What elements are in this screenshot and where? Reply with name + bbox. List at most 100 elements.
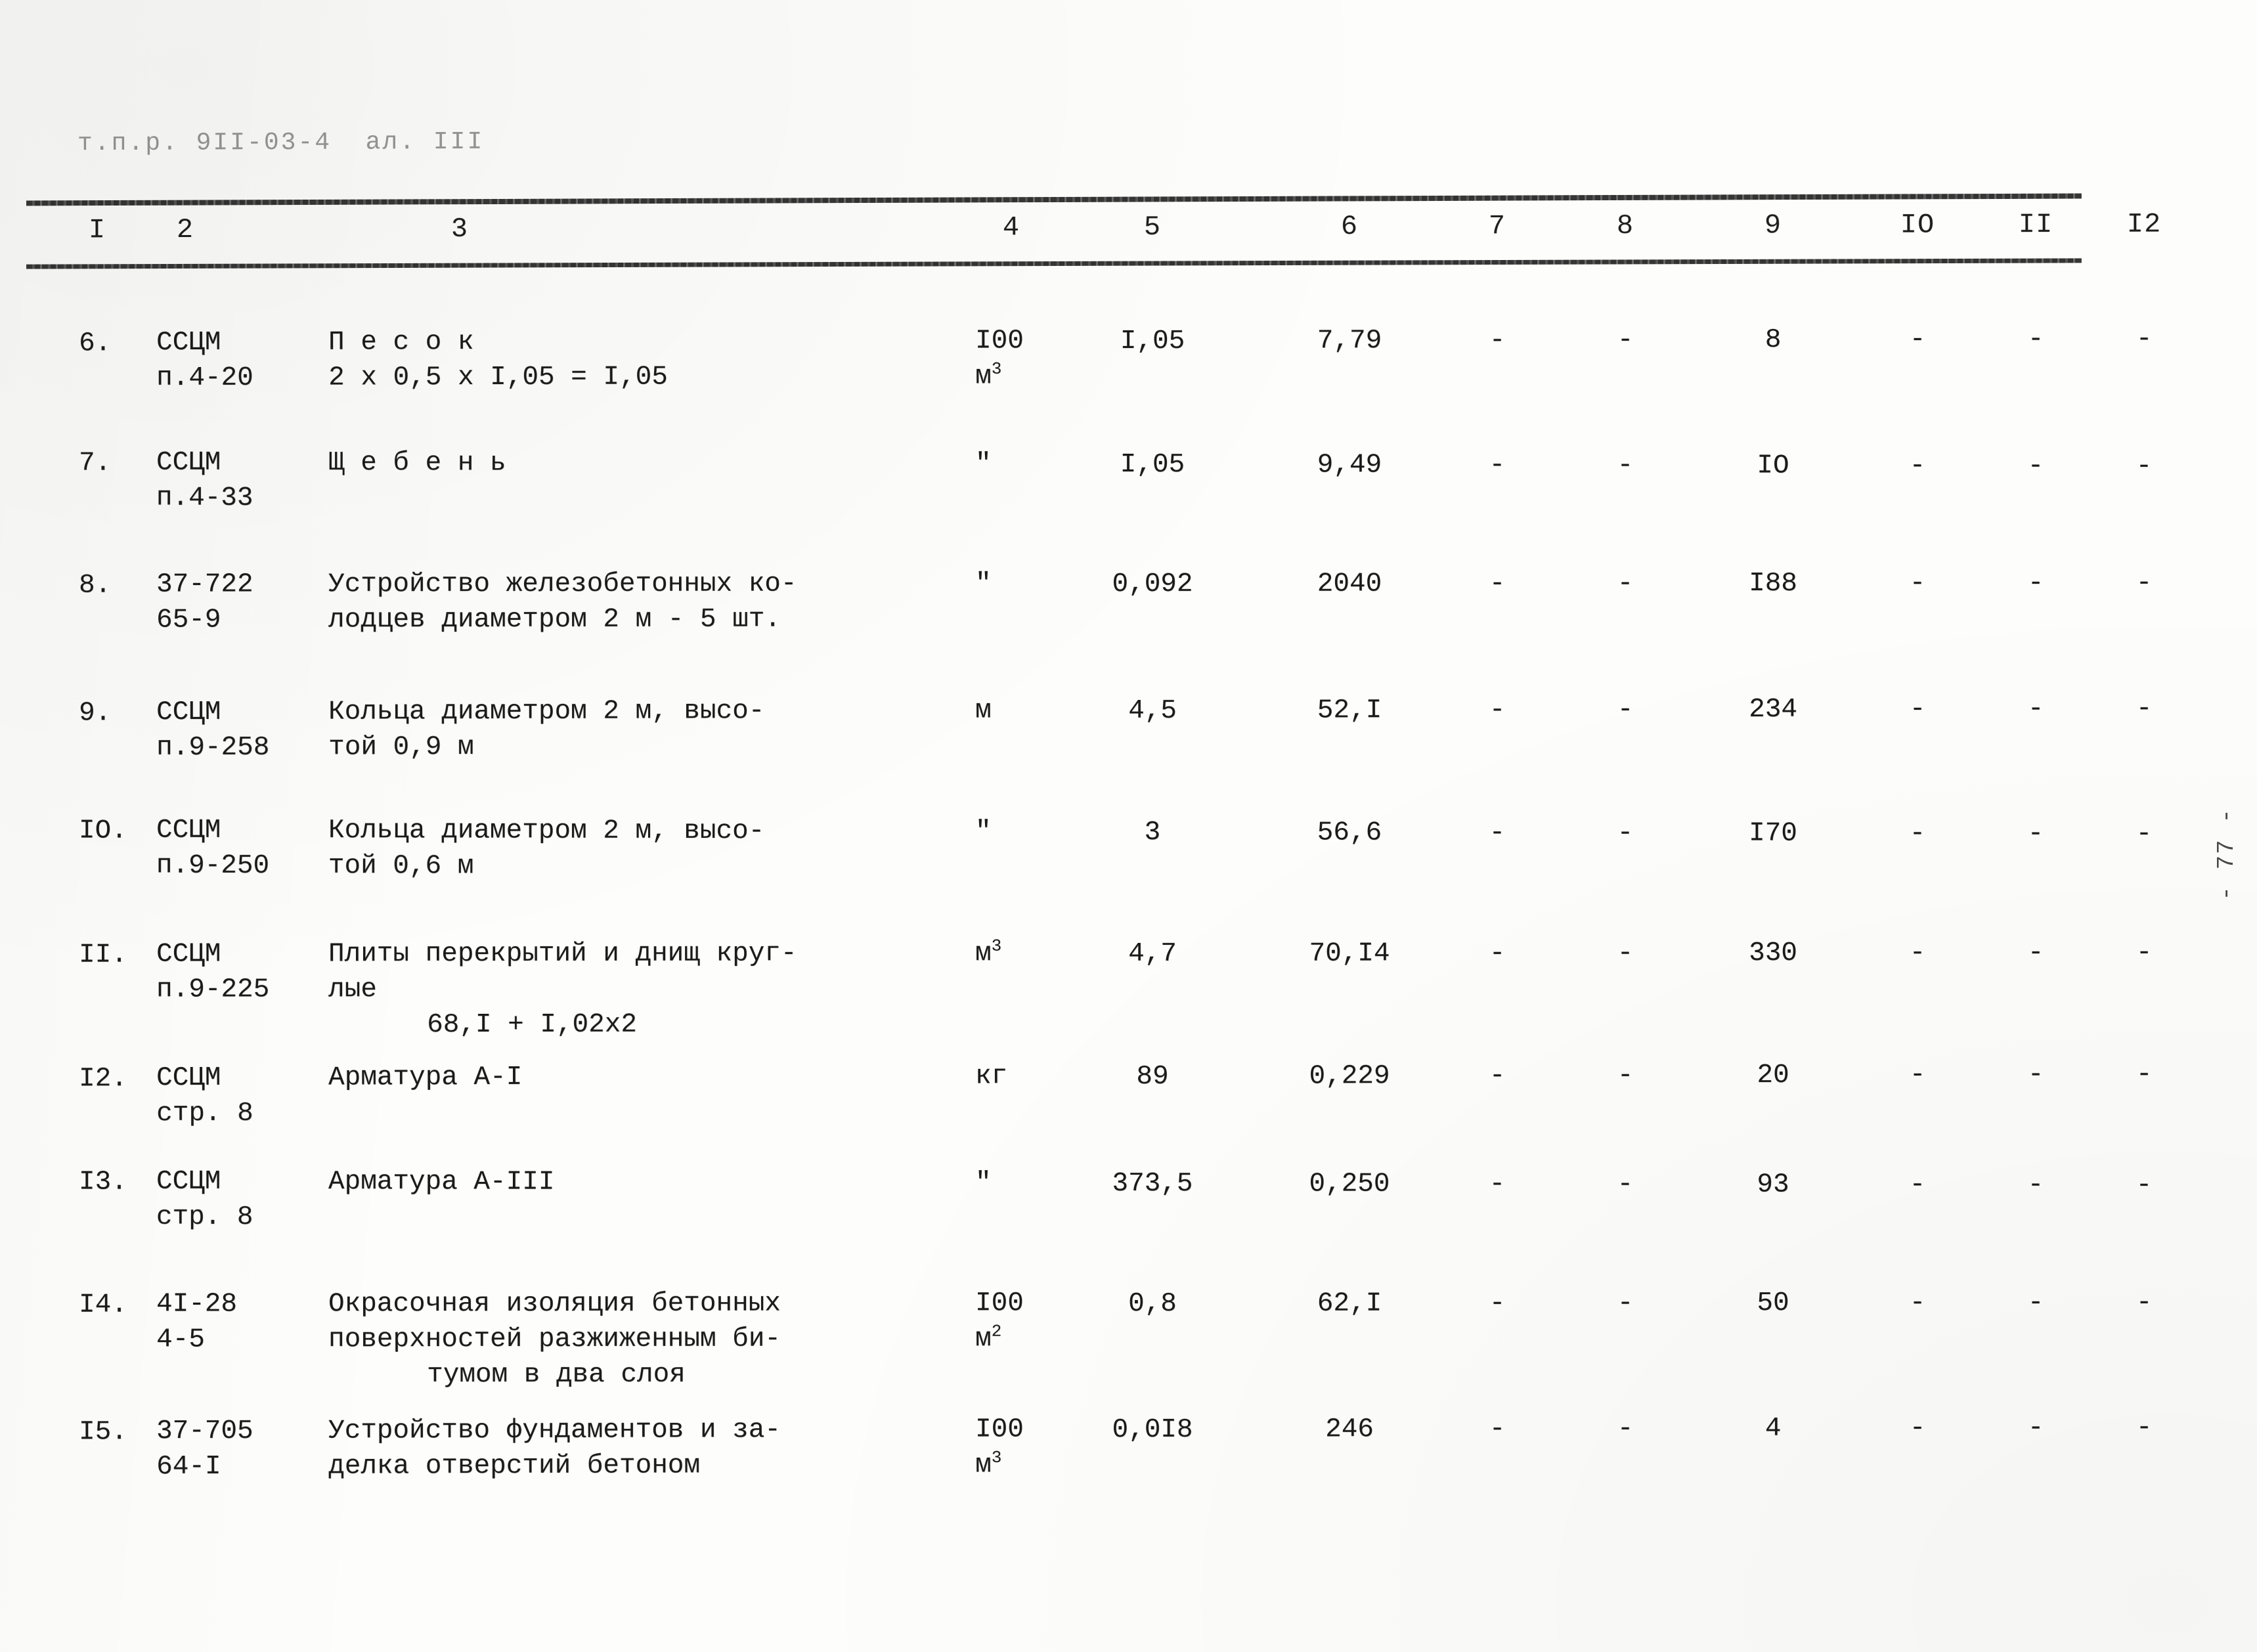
row-unit-price: 70,I4 [1309, 938, 1390, 969]
row-col9: 50 [1757, 1288, 1789, 1318]
row-col8: - [1617, 1414, 1634, 1445]
row-ordinal: I5. [79, 1417, 127, 1448]
row-description: Щ е б е н ь [328, 448, 506, 479]
row-col11: - [2027, 568, 2044, 599]
row-col10: - [1909, 1413, 1926, 1444]
row-col8: - [1617, 695, 1634, 726]
row-col11: - [2027, 938, 2044, 968]
table-row: I4. 4I-28 4-5 Окрасочная изоляция бетонных п… [0, 1284, 2257, 1390]
table-row: II. ССЦМ п.9-225 Плиты перекрытий и днищ кр… [0, 934, 2257, 1041]
row-unit-price: 0,250 [1309, 1169, 1390, 1200]
row-reference-code: 4I-28 4-5 [156, 1289, 238, 1355]
row-ordinal: 9. [79, 698, 112, 729]
row-col11: - [2027, 324, 2044, 355]
row-col9: I88 [1749, 568, 1797, 599]
row-col10: - [1909, 818, 1926, 849]
row-col9: 93 [1757, 1169, 1789, 1200]
row-unit-price: 2040 [1317, 569, 1382, 599]
row-col11: - [2027, 1288, 2044, 1318]
row-col7: - [1489, 325, 1506, 356]
row-quantity: I,05 [1120, 326, 1185, 357]
row-col12: - [2136, 568, 2153, 599]
row-col8: - [1617, 1060, 1634, 1091]
row-unit: " [975, 448, 992, 479]
row-col10: - [1909, 1060, 1926, 1091]
row-col8: - [1617, 569, 1634, 599]
row-quantity: 89 [1136, 1061, 1169, 1092]
row-col7: - [1489, 1288, 1506, 1319]
row-quantity: 0,092 [1112, 569, 1193, 600]
table-row: IO. ССЦМ п.9-250 Кольца диаметром 2 м, высо… [0, 812, 2257, 882]
row-description: Устройство фундаментов и за-делка отверс… [328, 1415, 781, 1482]
row-col8: - [1617, 450, 1634, 481]
row-col11: - [2027, 451, 2044, 482]
page-number-marker: - 77 - [2213, 808, 2240, 901]
row-reference-code: ССЦМ п.9-258 [156, 697, 270, 764]
row-unit-price: 62,I [1317, 1288, 1382, 1319]
row-col10: - [1909, 450, 1926, 481]
row-unit-price: 0,229 [1309, 1061, 1390, 1092]
table-row: 7. ССЦМ п.4-33 Щ е б е н ь " I,05 9,49 - - IO - - - [0, 445, 2257, 513]
row-col9: 4 [1764, 1413, 1782, 1444]
row-description: Арматура А-I [328, 1062, 523, 1093]
row-ordinal: 6. [79, 328, 112, 359]
row-unit: " [975, 1167, 992, 1198]
row-col10: - [1909, 694, 1926, 725]
row-col9: 8 [1764, 324, 1782, 355]
row-col11: - [2027, 1060, 2044, 1091]
row-ordinal: 7. [78, 448, 112, 479]
row-quantity: 4,5 [1128, 695, 1177, 727]
row-col9: I70 [1749, 818, 1797, 849]
row-col12: - [2136, 1412, 2153, 1443]
table-row: I2. ССЦМ стр. 8 Арматура А-I кг 89 0,229 - - 20 - -… [0, 1056, 2257, 1129]
table-row: 6. ССЦМ п.4-20 П е с о к2 x 0,5 x I,05 = I,… [0, 320, 2257, 393]
row-reference-code: ССЦМ п.9-225 [156, 939, 270, 1005]
row-unit: м [975, 695, 992, 726]
row-reference-code: ССЦМ п.9-250 [156, 815, 270, 881]
row-reference-code: ССЦМ п.4-33 [156, 447, 253, 513]
row-unit-price: 9,49 [1317, 450, 1382, 481]
row-unit: I00 м2 [975, 1288, 1024, 1355]
row-quantity: 0,8 [1128, 1288, 1177, 1320]
row-col7: - [1489, 1414, 1506, 1445]
row-col7: - [1489, 695, 1506, 726]
row-ordinal: 8. [79, 570, 112, 601]
row-description: Устройство железобетонных ко-лодцев диам… [328, 569, 797, 636]
table-row: I5. 37-705 64-I Устройство фундаментов и за… [0, 1409, 2257, 1482]
row-col7: - [1489, 1060, 1506, 1091]
row-unit: " [975, 816, 992, 847]
row-col7: - [1489, 1169, 1506, 1200]
row-col12: - [2136, 693, 2153, 724]
row-col11: - [2027, 694, 2044, 725]
row-col8: - [1617, 1288, 1634, 1319]
row-col7: - [1489, 569, 1506, 599]
row-col9: 330 [1749, 938, 1797, 969]
row-ordinal: I2. [79, 1064, 127, 1095]
row-unit-price: 52,I [1317, 695, 1382, 726]
row-col12: - [2136, 1288, 2153, 1318]
row-col11: - [2027, 819, 2044, 850]
row-quantity: I,05 [1120, 449, 1185, 481]
row-unit: м3 [975, 936, 1002, 969]
row-description: Кольца диаметром 2 м, высо-той 0,9 м [328, 696, 765, 763]
table-body: 6. ССЦМ п.4-20 П е с о к2 x 0,5 x I,05 = I,… [0, 0, 2257, 1652]
row-col7: - [1489, 450, 1506, 481]
row-col8: - [1617, 938, 1634, 969]
row-col9: IO [1757, 450, 1789, 481]
row-ordinal: IO. [78, 815, 127, 846]
row-col12: - [2136, 451, 2153, 482]
table-row: 8. 37-722 65-9 Устройство железобетонных ко… [0, 565, 2257, 635]
row-reference-code: 37-705 64-I [156, 1416, 253, 1483]
row-description: Плиты перекрытий и днищ круг-лые 68,I + I… [328, 938, 797, 1041]
scanned-page: т.п.р. 9II-03-4 ал. III I 2 3 4 5 6 7 8 9 IO II I2 … [0, 0, 2257, 1652]
row-col10: - [1909, 324, 1926, 355]
row-col10: - [1909, 1169, 1926, 1200]
row-quantity: 373,5 [1112, 1168, 1193, 1200]
row-col12: - [2136, 819, 2153, 850]
row-ordinal: I4. [79, 1290, 127, 1320]
row-col12: - [2136, 1170, 2153, 1201]
row-col7: - [1489, 817, 1506, 848]
row-ordinal: II. [79, 940, 127, 970]
row-col10: - [1909, 568, 1926, 599]
row-col9: 20 [1757, 1060, 1789, 1091]
